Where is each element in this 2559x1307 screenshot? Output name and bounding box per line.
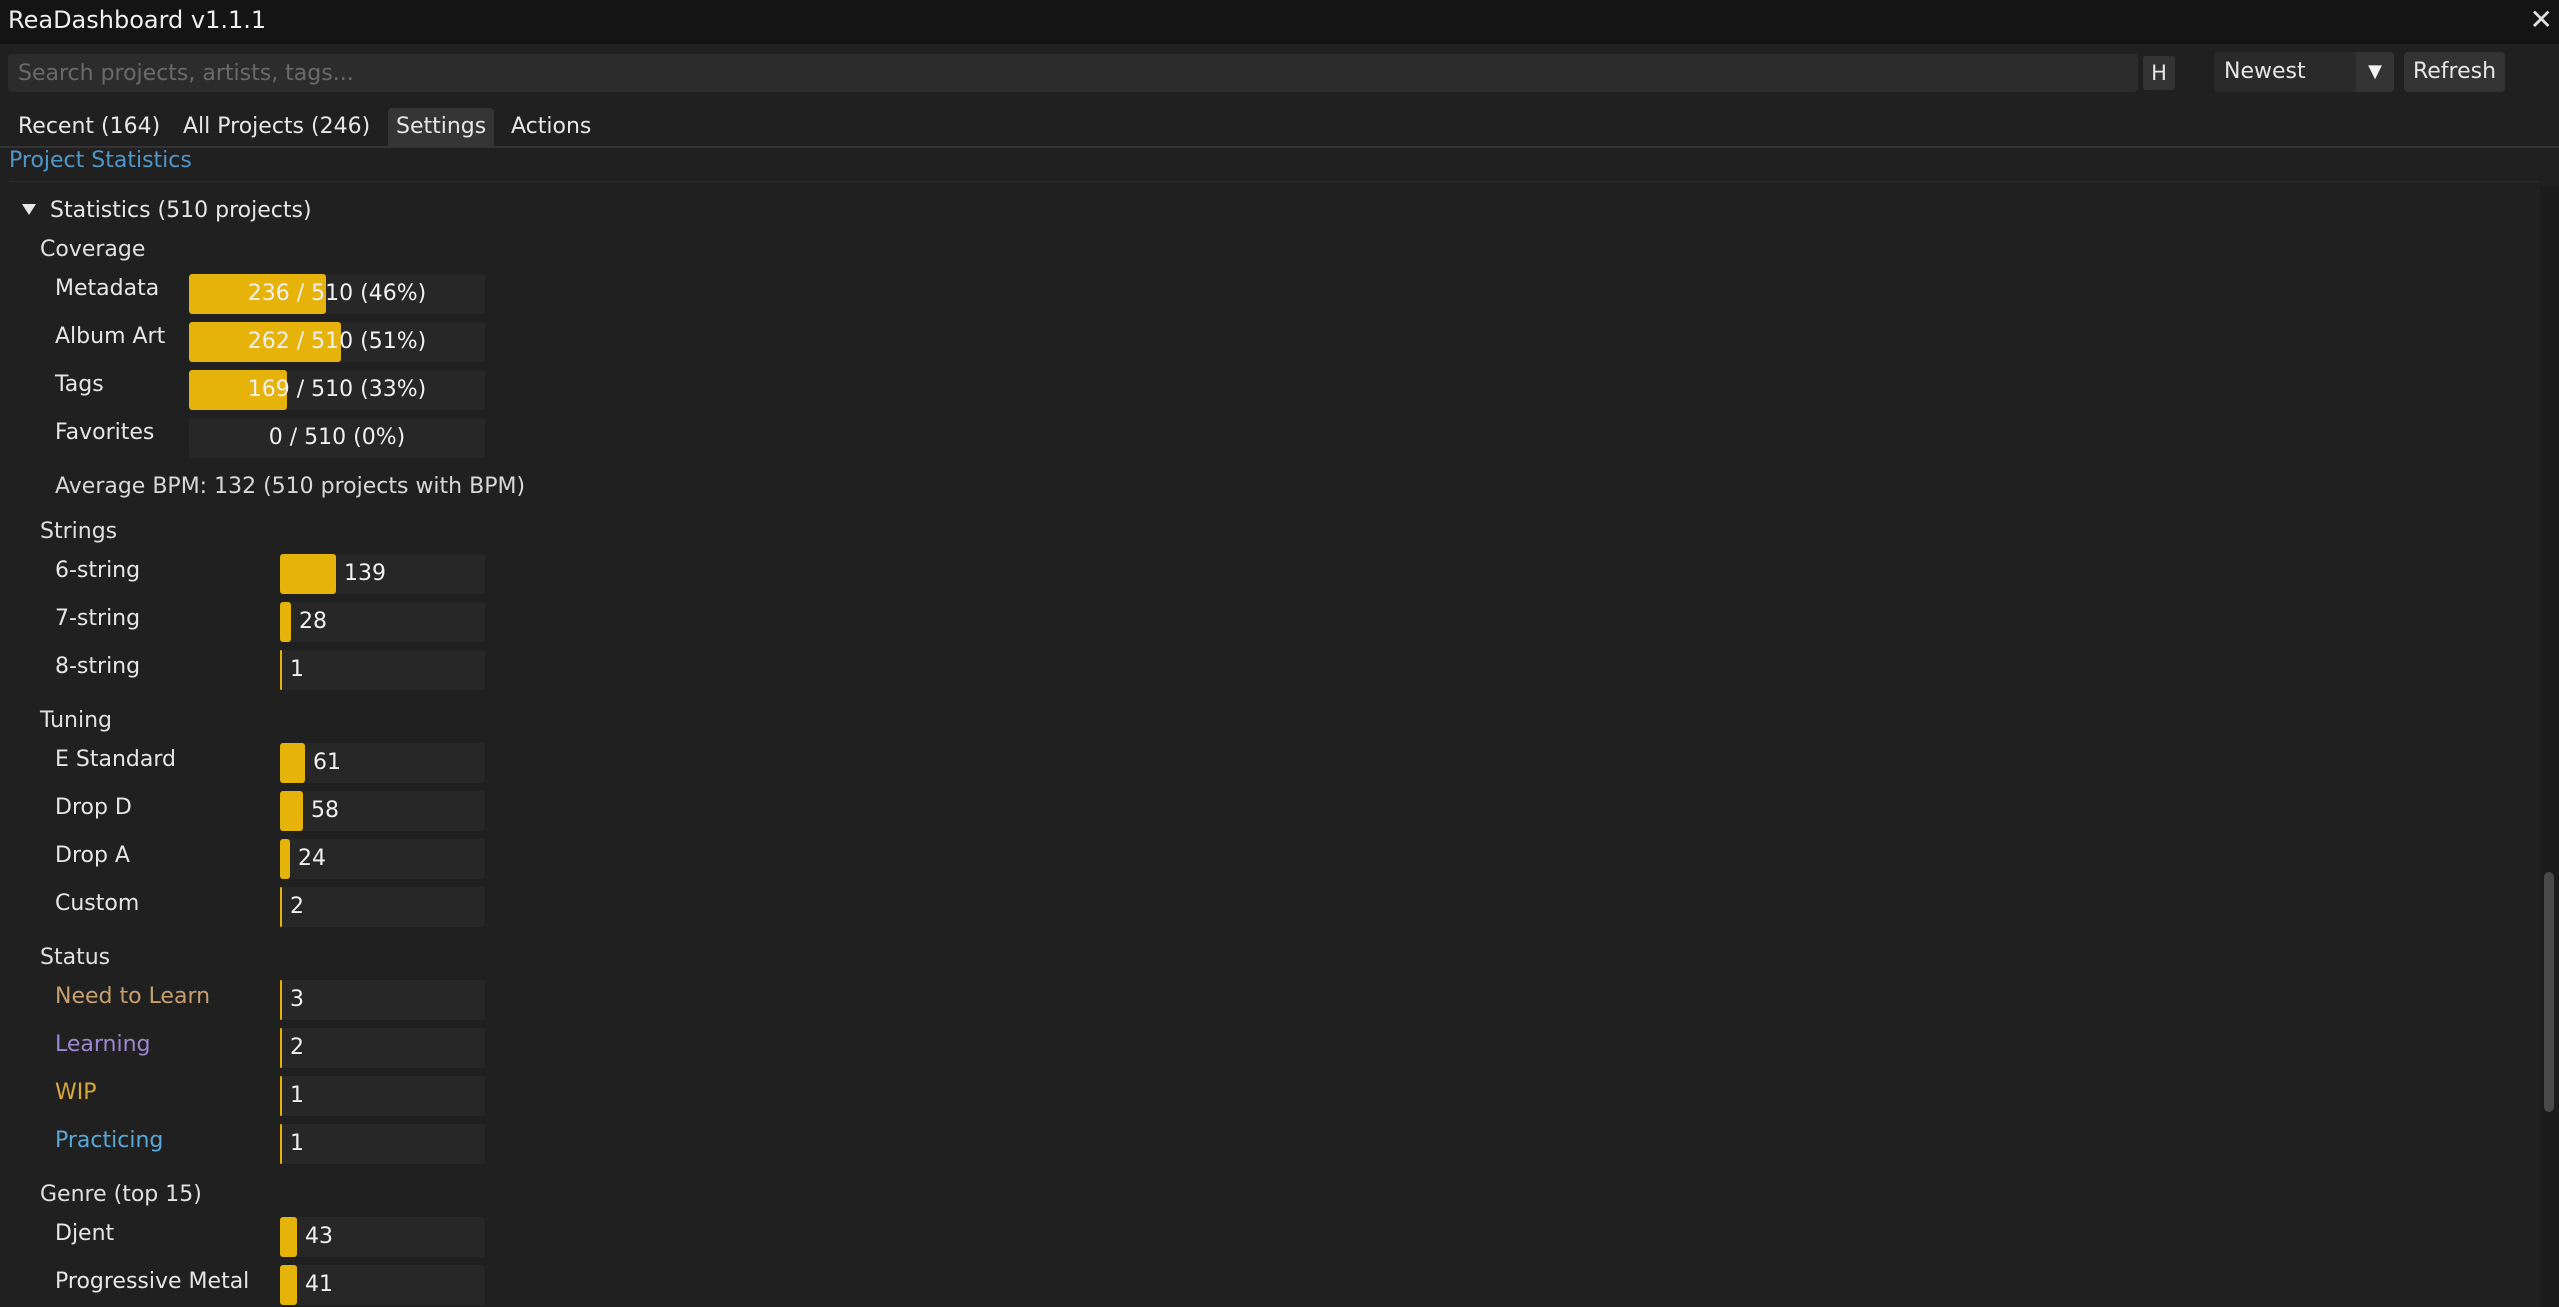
h-button[interactable]: H <box>2143 56 2175 90</box>
tuning-fill-drop-d <box>280 791 303 831</box>
strings-fill-8 <box>280 650 282 690</box>
tab-actions[interactable]: Actions <box>503 108 599 146</box>
strings-heading: Strings <box>40 519 118 544</box>
status-bar-wip: 1 <box>280 1076 485 1116</box>
tab-all-projects[interactable]: All Projects (246) <box>175 108 378 146</box>
scrollbar-thumb[interactable] <box>2544 872 2554 1112</box>
status-value-need-to-learn: 3 <box>290 987 304 1012</box>
status-bar-need-to-learn: 3 <box>280 980 485 1020</box>
tuning-fill-custom <box>280 887 282 927</box>
coverage-value-tags: 169 / 510 (33%) <box>247 377 427 402</box>
refresh-button[interactable]: Refresh <box>2404 52 2505 92</box>
strings-bar-7: 28 <box>280 602 485 642</box>
section-title: Project Statistics <box>9 148 192 173</box>
genre-label-progressive-metal: Progressive Metal <box>55 1269 250 1294</box>
status-bar-learning: 2 <box>280 1028 485 1068</box>
strings-label-7: 7-string <box>55 606 141 631</box>
tuning-heading: Tuning <box>40 708 113 733</box>
status-fill-learning <box>280 1028 282 1068</box>
tab-recent[interactable]: Recent (164) <box>10 108 168 146</box>
tuning-label-e-standard: E Standard <box>55 747 176 772</box>
statistics-panel: Statistics (510 projects) Coverage Metad… <box>0 186 2540 1307</box>
coverage-label-metadata: Metadata <box>55 276 160 301</box>
strings-fill-6 <box>280 554 336 594</box>
coverage-value-metadata: 236 / 510 (46%) <box>247 281 427 306</box>
tuning-value-custom: 2 <box>290 894 304 919</box>
genre-fill-progressive-metal <box>280 1265 297 1305</box>
genre-value-djent: 43 <box>305 1224 333 1249</box>
coverage-bar-favorites: 0 / 510 (0%) <box>189 418 485 458</box>
sort-value: Newest <box>2224 59 2306 84</box>
coverage-label-album-art: Album Art <box>55 324 166 349</box>
strings-bar-6: 139 <box>280 554 485 594</box>
coverage-value-favorites: 0 / 510 (0%) <box>268 425 406 450</box>
tuning-label-drop-a: Drop A <box>55 843 130 868</box>
tuning-value-drop-a: 24 <box>298 846 326 871</box>
tuning-fill-drop-a <box>280 839 290 879</box>
statistics-tree-node[interactable]: Statistics (510 projects) <box>50 198 312 223</box>
window-title: ReaDashboard v1.1.1 <box>8 6 267 34</box>
coverage-bar-metadata: 236 / 510 (46%) <box>189 274 485 314</box>
status-value-practicing: 1 <box>290 1131 304 1156</box>
title-bar: ReaDashboard v1.1.1 ✕ <box>0 0 2559 44</box>
tuning-bar-custom: 2 <box>280 887 485 927</box>
search-input[interactable] <box>8 54 2138 92</box>
scrollbar-track[interactable] <box>2540 186 2559 1307</box>
coverage-bar-album-art: 262 / 510 (51%) <box>189 322 485 362</box>
section-divider <box>9 181 2539 182</box>
tuning-label-drop-d: Drop D <box>55 795 132 820</box>
coverage-heading: Coverage <box>40 237 146 262</box>
coverage-bar-tags: 169 / 510 (33%) <box>189 370 485 410</box>
tuning-bar-e-standard: 61 <box>280 743 485 783</box>
chevron-down-icon[interactable]: ▼ <box>2356 52 2394 92</box>
strings-value-8: 1 <box>290 657 304 682</box>
status-label-need-to-learn: Need to Learn <box>55 984 211 1009</box>
strings-label-6: 6-string <box>55 558 141 583</box>
tuning-fill-e-standard <box>280 743 305 783</box>
status-bar-practicing: 1 <box>280 1124 485 1164</box>
status-heading: Status <box>40 945 111 970</box>
status-fill-need-to-learn <box>280 980 282 1020</box>
search-box[interactable] <box>8 54 2138 92</box>
tuning-bar-drop-d: 58 <box>280 791 485 831</box>
average-bpm: Average BPM: 132 (510 projects with BPM) <box>55 474 526 499</box>
caret-down-icon[interactable] <box>22 204 36 215</box>
tab-settings[interactable]: Settings <box>388 108 495 146</box>
genre-label-djent: Djent <box>55 1221 115 1246</box>
tuning-value-drop-d: 58 <box>311 798 339 823</box>
status-label-wip: WIP <box>55 1080 97 1105</box>
strings-fill-7 <box>280 602 291 642</box>
tuning-label-custom: Custom <box>55 891 140 916</box>
genre-fill-djent <box>280 1217 297 1257</box>
status-fill-wip <box>280 1076 282 1116</box>
genre-heading: Genre (top 15) <box>40 1182 202 1207</box>
status-label-practicing: Practicing <box>55 1128 164 1153</box>
tuning-value-e-standard: 61 <box>313 750 341 775</box>
coverage-label-favorites: Favorites <box>55 420 155 445</box>
coverage-value-album-art: 262 / 510 (51%) <box>247 329 427 354</box>
tuning-bar-drop-a: 24 <box>280 839 485 879</box>
strings-bar-8: 1 <box>280 650 485 690</box>
close-icon[interactable]: ✕ <box>2530 4 2553 36</box>
status-value-wip: 1 <box>290 1083 304 1108</box>
status-fill-practicing <box>280 1124 282 1164</box>
status-value-learning: 2 <box>290 1035 304 1060</box>
sort-dropdown[interactable]: Newest ▼ <box>2214 52 2394 92</box>
genre-bar-djent: 43 <box>280 1217 485 1257</box>
genre-bar-progressive-metal: 41 <box>280 1265 485 1305</box>
strings-value-7: 28 <box>299 609 327 634</box>
coverage-label-tags: Tags <box>55 372 104 397</box>
status-label-learning: Learning <box>55 1032 151 1057</box>
genre-value-progressive-metal: 41 <box>305 1272 333 1297</box>
tab-divider <box>0 146 2559 148</box>
strings-value-6: 139 <box>344 561 386 586</box>
strings-label-8: 8-string <box>55 654 141 679</box>
